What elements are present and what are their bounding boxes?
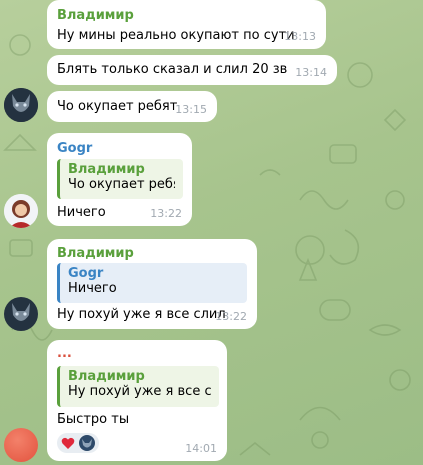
- message-text: Ничего: [57, 205, 106, 220]
- message-bubble[interactable]: Владимир Gogr Ничего Ну похуй уже я все …: [47, 239, 257, 329]
- message-bubble[interactable]: Блять только сказал и слил 20 звезд... 1…: [47, 55, 337, 85]
- message-sender[interactable]: Владимир: [57, 246, 134, 261]
- message-time: 13:22: [150, 207, 182, 220]
- message-bubble[interactable]: Gogr Владимир Чо окупает ребят Ничего 13…: [47, 133, 192, 226]
- reply-quote[interactable]: Владимир Чо окупает ребят: [57, 159, 183, 199]
- message-bubble[interactable]: Владимир Ну мины реально окупают по сути…: [47, 0, 326, 49]
- vladimir-avatar[interactable]: [4, 88, 38, 122]
- reply-sender: Владимир: [68, 369, 145, 384]
- reply-text: Чо окупает ребят: [68, 177, 175, 192]
- person-avatar-icon: [4, 194, 38, 228]
- message-sender[interactable]: Gogr: [57, 141, 92, 156]
- message-text: Ну мины реально окупают по сути: [57, 28, 295, 43]
- message-time: 13:15: [175, 103, 207, 116]
- message-time: 13:14: [295, 66, 327, 79]
- message-text: Блять только сказал и слил 20 звезд...: [57, 62, 287, 77]
- reply-text: Ничего: [68, 281, 117, 296]
- message-time: 13:22: [215, 310, 247, 323]
- heart-icon: [61, 437, 75, 449]
- message-text: Ну похуй уже я все слил: [57, 307, 226, 322]
- user-avatar[interactable]: [4, 428, 38, 462]
- message-bubble[interactable]: Чо окупает ребят 13:15: [47, 91, 217, 122]
- wolf-avatar-icon: [4, 88, 38, 122]
- reply-sender: Владимир: [68, 162, 145, 177]
- reply-quote[interactable]: Владимир Ну похуй уже я все сл...: [57, 366, 219, 407]
- vladimir-avatar[interactable]: [4, 297, 38, 331]
- reply-quote[interactable]: Gogr Ничего: [57, 263, 247, 303]
- message-time: 13:13: [284, 30, 316, 43]
- message-text: Чо окупает ребят: [57, 99, 178, 114]
- message-time: 14:01: [185, 442, 217, 455]
- reply-text: Ну похуй уже я все сл...: [68, 384, 211, 399]
- reply-sender: Gogr: [68, 266, 104, 281]
- reactor-avatar-icon: [79, 435, 95, 451]
- message-sender[interactable]: Владимир: [57, 8, 134, 23]
- message-sender[interactable]: ...: [57, 346, 72, 361]
- gogr-avatar[interactable]: [4, 194, 38, 228]
- message-text: Быстро ты: [57, 412, 130, 427]
- message-bubble[interactable]: ... Владимир Ну похуй уже я все сл... Бы…: [47, 340, 227, 461]
- wolf-avatar-icon: [4, 297, 38, 331]
- reactions[interactable]: [57, 433, 99, 453]
